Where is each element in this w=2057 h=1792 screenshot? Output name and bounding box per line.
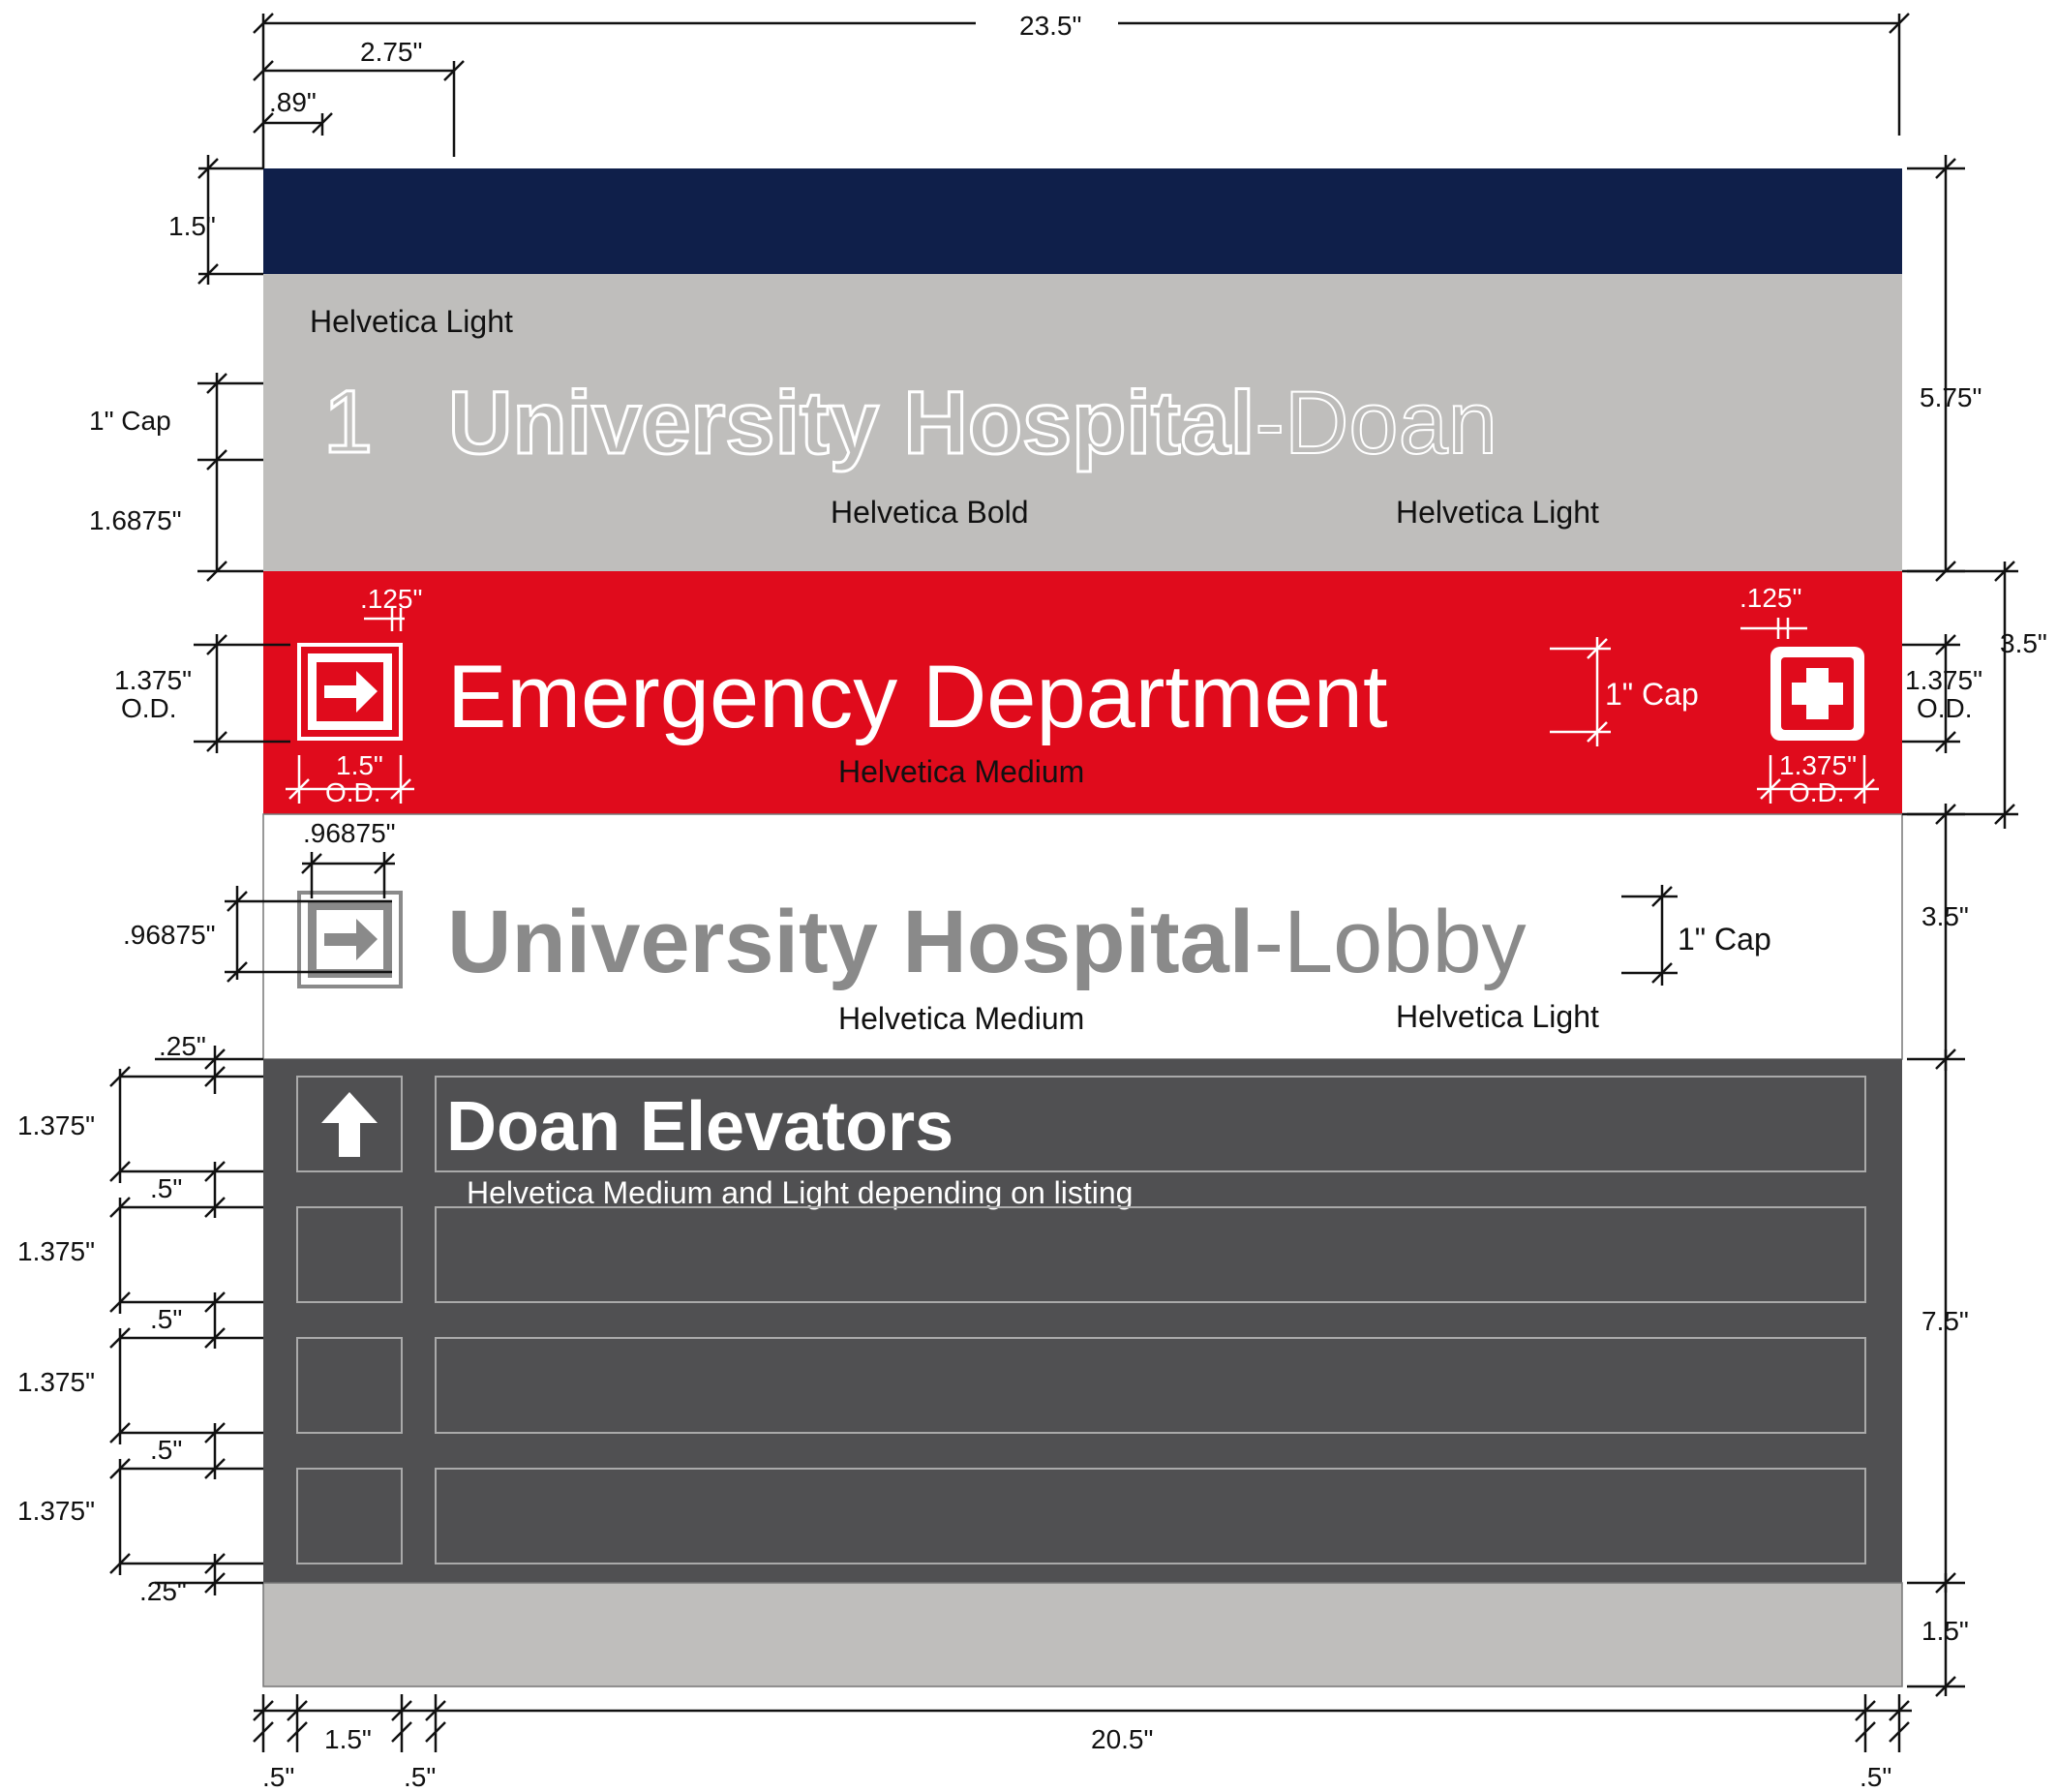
svg-text:3.5": 3.5" xyxy=(1921,901,1969,931)
dim-white-band: 3.5" xyxy=(1907,804,1969,1071)
dim-navy-band: 1.5" xyxy=(168,155,263,285)
dim-red-icon-height-right: 1.375" O.D. xyxy=(1902,634,1982,753)
hospital-name-light: -Doan xyxy=(1255,374,1497,472)
svg-text:O.D.: O.D. xyxy=(1789,777,1845,807)
svg-text:1.375": 1.375" xyxy=(1779,750,1857,780)
svg-text:.25": .25" xyxy=(139,1576,187,1606)
svg-text:.5": .5" xyxy=(150,1304,182,1334)
svg-text:23.5": 23.5" xyxy=(1019,11,1081,41)
svg-text:1.375": 1.375" xyxy=(17,1110,95,1140)
svg-text:3.5": 3.5" xyxy=(2000,628,2047,658)
svg-text:.96875": .96875" xyxy=(303,818,396,848)
svg-text:1.375": 1.375" xyxy=(17,1496,95,1526)
svg-text:.25": .25" xyxy=(159,1031,206,1061)
svg-text:1.375": 1.375" xyxy=(114,665,192,695)
arrow-right-icon xyxy=(297,643,403,741)
lobby-light-font-note: Helvetica Light xyxy=(1396,999,1599,1034)
svg-text:.125": .125" xyxy=(1739,583,1801,613)
svg-text:1.6875": 1.6875" xyxy=(89,505,182,535)
svg-text:1.375": 1.375" xyxy=(1905,665,1982,695)
hospital-name: University Hospital-Doan xyxy=(448,374,1497,472)
svg-text:1.5": 1.5" xyxy=(1921,1616,1969,1646)
svg-text:5.75": 5.75" xyxy=(1920,382,1981,412)
dim-margin-left: .89" xyxy=(253,87,333,136)
emergency-label: Emergency Department xyxy=(447,648,1388,746)
emergency-font-note: Helvetica Medium xyxy=(838,754,1084,789)
svg-text:1.5": 1.5" xyxy=(168,211,216,241)
lobby-name: University Hospital-Lobby xyxy=(447,893,1527,991)
gray-bottom-band xyxy=(262,1582,1903,1687)
svg-text:.125": .125" xyxy=(360,584,422,614)
lobby-medium-font-note: Helvetica Medium xyxy=(838,1001,1084,1036)
hospital-name-bold: University Hospital xyxy=(448,374,1255,472)
hospital-bold-font-note: Helvetica Bold xyxy=(831,495,1029,530)
svg-text:.5": .5" xyxy=(404,1762,436,1792)
svg-text:.89": .89" xyxy=(269,87,317,117)
svg-text:O.D.: O.D. xyxy=(325,777,381,807)
svg-text:.5": .5" xyxy=(150,1435,182,1465)
svg-text:1" Cap: 1" Cap xyxy=(1605,677,1699,712)
svg-text:1.5": 1.5" xyxy=(324,1724,372,1754)
svg-text:.96875": .96875" xyxy=(123,920,216,950)
dim-dir-band: 7.5" xyxy=(1907,1049,1969,1594)
dim-bottom-columns: .5" 1.5" .5" 20.5" .5" xyxy=(253,1694,1912,1792)
svg-text:1" Cap: 1" Cap xyxy=(89,406,171,436)
svg-text:1.375": 1.375" xyxy=(17,1236,95,1266)
svg-text:O.D.: O.D. xyxy=(1917,693,1973,723)
lobby-name-light: -Lobby xyxy=(1254,893,1526,991)
navy-header-band xyxy=(263,168,1902,274)
dim-directory-rows: .25" 1.375" .5" 1.375" .5" 1.375" .5" 1.… xyxy=(17,1031,263,1606)
svg-text:O.D.: O.D. xyxy=(121,693,177,723)
dim-gray-band: 5.75" xyxy=(1907,155,1981,582)
hospital-light-font-note: Helvetica Light xyxy=(1396,495,1599,530)
svg-text:.5": .5" xyxy=(150,1173,182,1203)
svg-text:20.5": 20.5" xyxy=(1091,1724,1153,1754)
lobby-name-bold: University Hospital xyxy=(447,893,1254,991)
svg-text:1.375": 1.375" xyxy=(17,1367,95,1397)
sign-spec-drawing: Helvetica Light 1 University Hospital-Do… xyxy=(17,11,2047,1792)
svg-text:2.75": 2.75" xyxy=(360,37,422,67)
svg-text:1" Cap: 1" Cap xyxy=(1678,922,1771,957)
svg-text:7.5": 7.5" xyxy=(1921,1306,1969,1336)
medical-cross-icon xyxy=(1770,647,1864,741)
svg-text:.5": .5" xyxy=(262,1762,294,1792)
svg-text:1.5": 1.5" xyxy=(336,750,383,780)
svg-text:.5": .5" xyxy=(1860,1762,1891,1792)
floor-number: 1 xyxy=(323,373,373,471)
header-font-note: Helvetica Light xyxy=(310,304,513,339)
directory-font-note: Helvetica Medium and Light depending on … xyxy=(467,1175,1133,1210)
directory-entry-1: Doan Elevators xyxy=(446,1088,953,1166)
dim-overall-width: 23.5" xyxy=(253,11,1910,168)
dim-cap-1: 1" Cap 1.6875" xyxy=(89,373,263,582)
